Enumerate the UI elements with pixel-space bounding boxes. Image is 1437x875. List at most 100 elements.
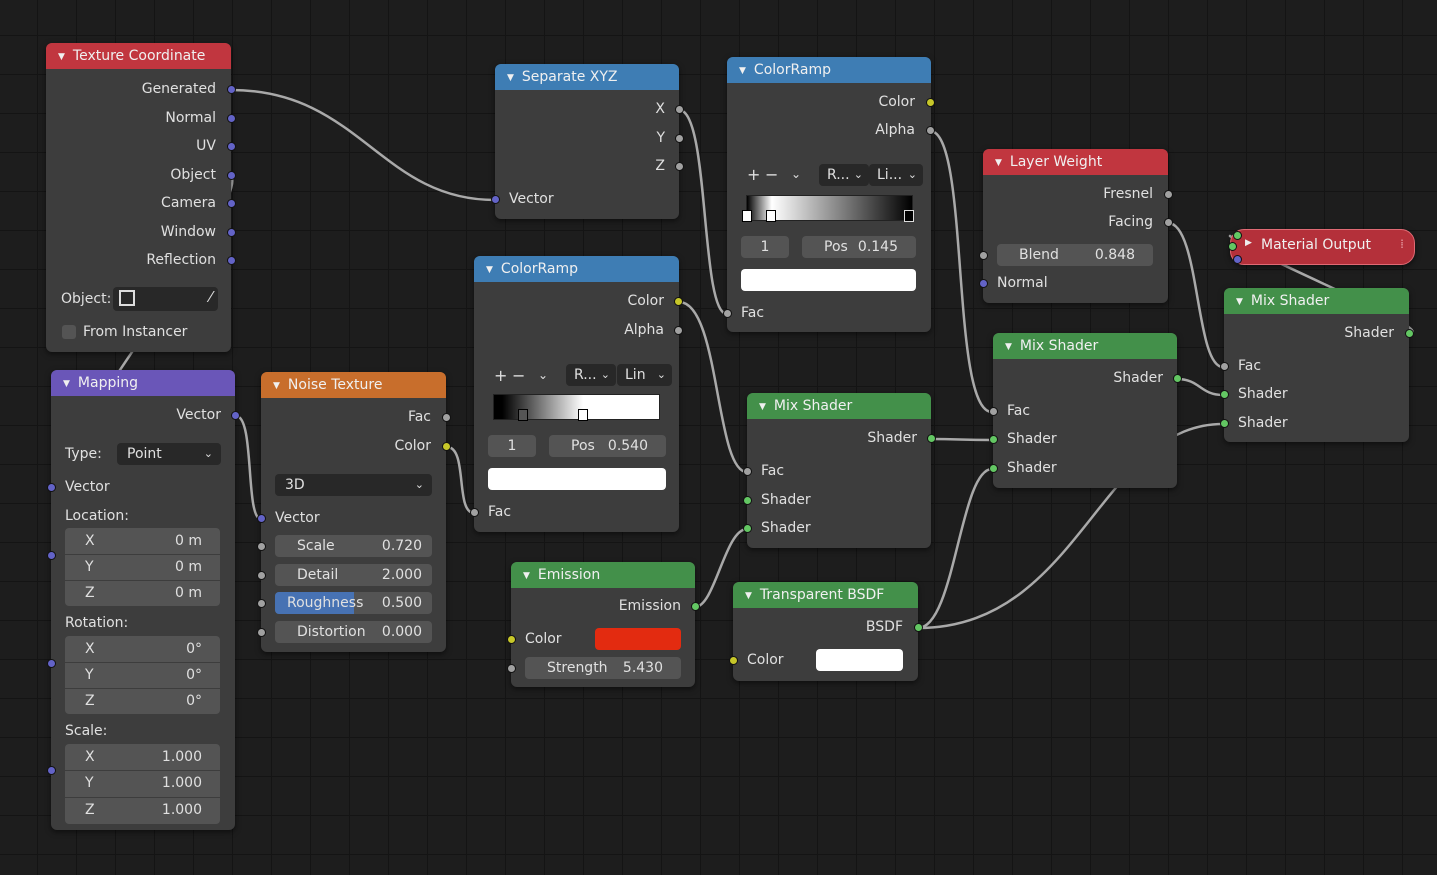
socket-out-facing[interactable] [1164, 218, 1173, 227]
remove-stop-button[interactable]: − [765, 164, 778, 186]
ramp-stop-0[interactable] [518, 409, 528, 421]
socket-in-fac[interactable] [989, 407, 998, 416]
socket-reflection[interactable] [227, 256, 236, 265]
color-mode-dropdown[interactable]: R... ⌄ [566, 364, 616, 386]
socket-in-shader-1[interactable] [1220, 390, 1229, 399]
object-selector[interactable]: ⁄ [113, 287, 218, 311]
socket-in-displacement[interactable] [1233, 255, 1242, 264]
colorramp-node-2[interactable]: ▼ ColorRamp Color Alpha + − ⌄ R... ⌄ Li...… [723, 57, 935, 332]
ramp-stop-2[interactable] [904, 210, 914, 222]
collapse-icon[interactable]: ▼ [63, 379, 70, 389]
strength-field[interactable]: Strength 5.430 [525, 657, 681, 679]
socket-out-fresnel[interactable] [1164, 190, 1173, 199]
ramp-menu-chevron-icon[interactable]: ⌄ [538, 364, 548, 386]
socket-in-color[interactable] [507, 635, 516, 644]
colorramp-header[interactable]: ▼ ColorRamp [727, 57, 931, 83]
socket-in-shader-2[interactable] [743, 524, 752, 533]
socket-x[interactable] [675, 105, 684, 114]
socket-detail[interactable] [257, 571, 266, 580]
ramp-stop-1[interactable] [766, 210, 776, 222]
socket-out-alpha[interactable] [926, 126, 935, 135]
rotation-z[interactable]: Z 0° [65, 691, 220, 711]
socket-in-shader-2[interactable] [989, 464, 998, 473]
socket-in-fac[interactable] [470, 508, 479, 517]
rotation-x[interactable]: X 0° [65, 639, 220, 659]
socket-in-color[interactable] [729, 656, 738, 665]
eyedropper-icon[interactable]: ⁄ [209, 288, 212, 306]
transparent-color-swatch[interactable] [816, 649, 903, 671]
socket-in-fac[interactable] [723, 309, 732, 318]
collapse-icon[interactable]: ▼ [486, 265, 493, 275]
socket-camera[interactable] [227, 199, 236, 208]
socket-out-color[interactable] [442, 442, 451, 451]
separate-xyz-header[interactable]: ▼ Separate XYZ [495, 64, 679, 90]
scale-z[interactable]: Z 1.000 [65, 800, 220, 820]
socket-in-volume[interactable] [1228, 242, 1237, 251]
socket-normal[interactable] [227, 114, 236, 123]
mapping-header[interactable]: ▼ Mapping [51, 370, 235, 396]
mapping-node[interactable]: ▼ Mapping Vector Type: Point ⌄ Vector Loca… [47, 370, 240, 830]
transparent-bsdf-node[interactable]: ▼ Transparent BSDF BSDF Color [729, 582, 923, 681]
mix-shader-header[interactable]: ▼ Mix Shader [993, 333, 1177, 359]
collapse-icon[interactable]: ▼ [507, 73, 514, 83]
type-dropdown[interactable]: Point ⌄ [117, 443, 221, 465]
texture-coordinate-node[interactable]: ▼ Texture Coordinate Generated Normal UV … [46, 43, 236, 352]
scale-y[interactable]: Y 1.000 [65, 773, 220, 793]
detail-field[interactable]: Detail 2.000 [275, 564, 432, 586]
texture-coordinate-header[interactable]: ▼ Texture Coordinate [46, 43, 231, 69]
location-z[interactable]: Z0 m [65, 583, 220, 603]
socket-out-alpha[interactable] [674, 326, 683, 335]
socket-window[interactable] [227, 228, 236, 237]
stop-color-swatch[interactable] [488, 468, 666, 490]
collapse-icon[interactable]: ▼ [58, 52, 65, 62]
socket-out-vector[interactable] [231, 411, 240, 420]
socket-in-strength[interactable] [507, 664, 516, 673]
separate-xyz-node[interactable]: ▼ Separate XYZ X Y Z Vector [491, 64, 684, 219]
socket-object[interactable] [227, 171, 236, 180]
socket-in-shader-1[interactable] [743, 496, 752, 505]
interpolation-dropdown[interactable]: Li... ⌄ [869, 164, 923, 186]
stop-index-field[interactable]: 1 [488, 435, 536, 457]
socket-distortion[interactable] [257, 628, 266, 637]
mix-shader-node-2[interactable]: ▼ Mix Shader Shader Fac Shader Shader [989, 333, 1182, 488]
collapse-icon[interactable]: ▼ [739, 66, 746, 76]
stop-color-swatch[interactable] [741, 269, 916, 291]
material-output-node[interactable]: ▶ Material Output ⁞ [1228, 229, 1415, 265]
socket-z[interactable] [675, 162, 684, 171]
noise-texture-node[interactable]: ▼ Noise Texture Fac Color 3D ⌄ Vector Scal… [257, 372, 451, 652]
collapse-icon[interactable]: ▼ [1236, 297, 1243, 307]
emission-node[interactable]: ▼ Emission Emission Color Strength 5.430 [507, 562, 700, 687]
socket-uv[interactable] [227, 142, 236, 151]
socket-out-color[interactable] [926, 98, 935, 107]
ramp-stop-1[interactable] [578, 409, 588, 421]
stop-pos-field[interactable]: Pos 0.145 [802, 236, 916, 258]
mix-shader-header[interactable]: ▼ Mix Shader [1224, 288, 1409, 314]
blend-field[interactable]: Blend 0.848 [997, 244, 1153, 266]
socket-out-emission[interactable] [691, 602, 700, 611]
mix-shader-node-3[interactable]: ▼ Mix Shader Shader Fac Shader Shader [1220, 288, 1414, 442]
socket-roughness[interactable] [257, 599, 266, 608]
ramp-menu-chevron-icon[interactable]: ⌄ [791, 163, 801, 185]
socket-out-shader[interactable] [1405, 329, 1414, 338]
distortion-field[interactable]: Distortion 0.000 [275, 621, 432, 643]
socket-in-vector[interactable] [257, 514, 266, 523]
socket-in-surface[interactable] [1233, 231, 1242, 240]
socket-out-color[interactable] [674, 297, 683, 306]
collapse-icon[interactable]: ▼ [745, 591, 752, 601]
drag-handle-icon[interactable]: ⁞ [1400, 237, 1404, 251]
socket-rotation[interactable] [47, 659, 56, 668]
emission-color-swatch[interactable] [595, 628, 681, 650]
add-stop-button[interactable]: + [494, 365, 507, 387]
transparent-bsdf-header[interactable]: ▼ Transparent BSDF [733, 582, 918, 608]
socket-in-fac[interactable] [1220, 362, 1229, 371]
socket-in-fac[interactable] [743, 467, 752, 476]
layer-weight-node[interactable]: ▼ Layer Weight Fresnel Facing Blend 0.848 … [979, 149, 1173, 303]
noise-texture-header[interactable]: ▼ Noise Texture [261, 372, 446, 398]
colorramp-node-1[interactable]: ▼ ColorRamp Color Alpha + − ⌄ R... ⌄ Lin ⌄ … [470, 256, 683, 532]
socket-out-shader[interactable] [1173, 374, 1182, 383]
rotation-y[interactable]: Y 0° [65, 665, 220, 685]
roughness-slider[interactable]: Roughness 0.500 [275, 592, 432, 614]
dimensions-dropdown[interactable]: 3D ⌄ [275, 474, 432, 496]
socket-in-vector[interactable] [47, 483, 56, 492]
ramp-stop-0[interactable] [742, 210, 752, 222]
